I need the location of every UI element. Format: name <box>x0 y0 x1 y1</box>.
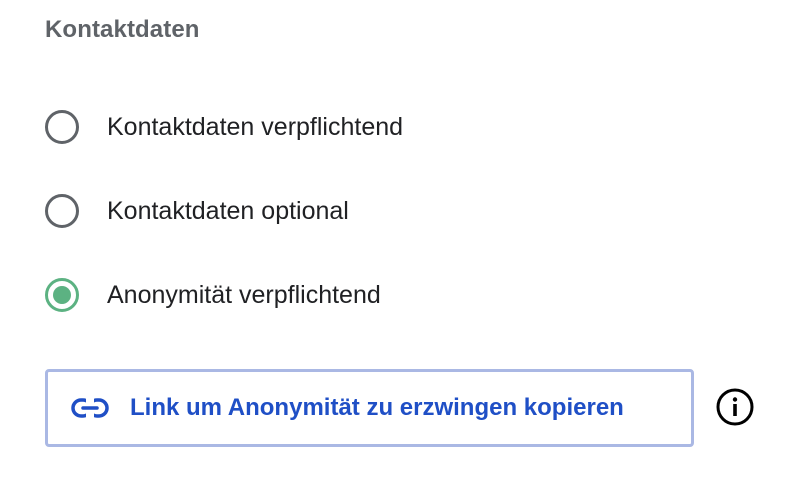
radio-selected-dot <box>53 286 71 304</box>
radio-option-contact-required[interactable]: Kontaktdaten verpflichtend <box>45 107 403 147</box>
radio-label: Kontaktdaten verpflichtend <box>107 112 404 141</box>
radio-option-anonymity-required[interactable]: Anonymität verpflichtend <box>45 275 381 315</box>
radio-button-selected[interactable] <box>45 278 79 312</box>
info-icon[interactable] <box>714 386 756 428</box>
copy-link-label: Link um Anonymität zu erzwingen kopieren <box>130 394 624 421</box>
copy-anonymity-link-button[interactable]: Link um Anonymität zu erzwingen kopieren <box>45 369 694 447</box>
contact-data-section: Kontaktdaten Kontaktdaten verpflichtend … <box>0 0 794 482</box>
radio-option-contact-optional[interactable]: Kontaktdaten optional <box>45 191 349 231</box>
link-icon <box>70 388 110 428</box>
radio-button[interactable] <box>45 194 79 228</box>
radio-label: Kontaktdaten optional <box>107 196 349 225</box>
section-title: Kontaktdaten <box>45 16 200 43</box>
radio-button[interactable] <box>45 110 79 144</box>
radio-label: Anonymität verpflichtend <box>107 280 381 309</box>
